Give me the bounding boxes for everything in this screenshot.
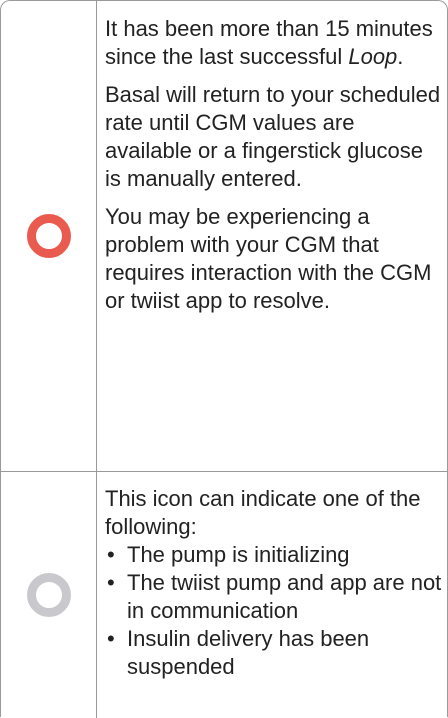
row-1-paragraph-2: Basal will return to your scheduled rate… — [105, 82, 441, 191]
row-2-intro: This icon can indicate one of the follow… — [105, 486, 421, 539]
loop-emphasis: Loop — [348, 44, 398, 69]
row-1-icon-cell — [1, 1, 96, 471]
row-1-description: It has been more than 15 minutes since t… — [105, 15, 443, 325]
column-divider — [96, 1, 97, 718]
status-icon-table: It has been more than 15 minutes since t… — [0, 0, 448, 718]
loop-ring-gray-icon — [26, 573, 71, 617]
row-2-description: This icon can indicate one of the follow… — [105, 485, 443, 681]
list-item: The pump is initializing — [105, 541, 443, 569]
list-item: Insulin delivery has been suspended — [105, 625, 443, 681]
row-2-bullet-list: The pump is initializing The twiist pump… — [105, 541, 443, 681]
list-item: The twiist pump and app are not in commu… — [105, 569, 443, 625]
row-1-paragraph-3: You may be experiencing a problem with y… — [105, 204, 432, 313]
row-2-icon-cell — [1, 472, 96, 718]
row-1-paragraph-1: It has been more than 15 minutes since t… — [105, 16, 433, 69]
loop-ring-red-icon — [26, 214, 71, 258]
